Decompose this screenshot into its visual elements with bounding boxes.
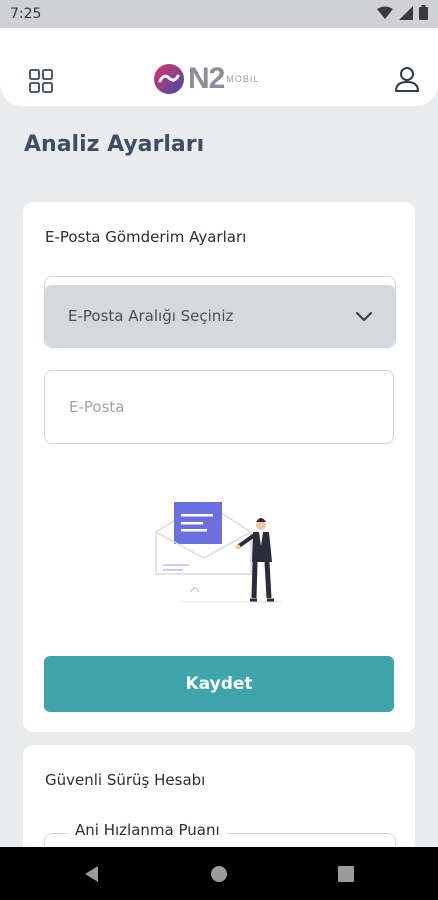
home-icon[interactable] — [209, 864, 229, 884]
email-input[interactable] — [67, 397, 371, 417]
logo-brand-text: N2 — [188, 62, 225, 95]
status-bar: 7:25 — [0, 0, 438, 28]
app-bar: N2 MOBIL — [0, 28, 438, 106]
acceleration-score-label: Ani Hızlanma Puanı — [67, 821, 228, 839]
status-time: 7:25 — [10, 6, 42, 22]
email-settings-card: E-Posta Gömderim Ayarları E-Posta Aralığ… — [23, 202, 415, 732]
email-illustration — [155, 501, 281, 603]
chevron-down-icon — [355, 311, 373, 322]
email-field[interactable] — [44, 370, 394, 444]
user-profile-icon[interactable] — [392, 64, 422, 94]
email-interval-select[interactable]: E-Posta Aralığı Seçiniz — [44, 276, 396, 348]
battery-icon — [419, 5, 428, 20]
signal-icon — [399, 5, 413, 20]
grid-menu-icon[interactable] — [26, 66, 56, 96]
recents-icon[interactable] — [336, 864, 356, 884]
app-logo: N2 MOBIL — [152, 61, 259, 97]
safe-driving-title: Güvenli Sürüş Hesabı — [45, 771, 206, 789]
status-icons — [377, 5, 428, 20]
page-title: Analiz Ayarları — [24, 132, 205, 157]
email-card-title: E-Posta Gömderim Ayarları — [45, 228, 247, 246]
system-nav-bar — [0, 847, 438, 900]
save-button[interactable]: Kaydet — [44, 656, 394, 712]
wifi-icon — [377, 6, 393, 19]
select-surface: E-Posta Aralığı Seçiniz — [45, 285, 395, 347]
logo-sub-text: MOBIL — [226, 74, 260, 84]
logo-mark-icon — [154, 64, 184, 94]
back-icon[interactable] — [82, 864, 102, 884]
select-value: E-Posta Aralığı Seçiniz — [68, 307, 234, 325]
